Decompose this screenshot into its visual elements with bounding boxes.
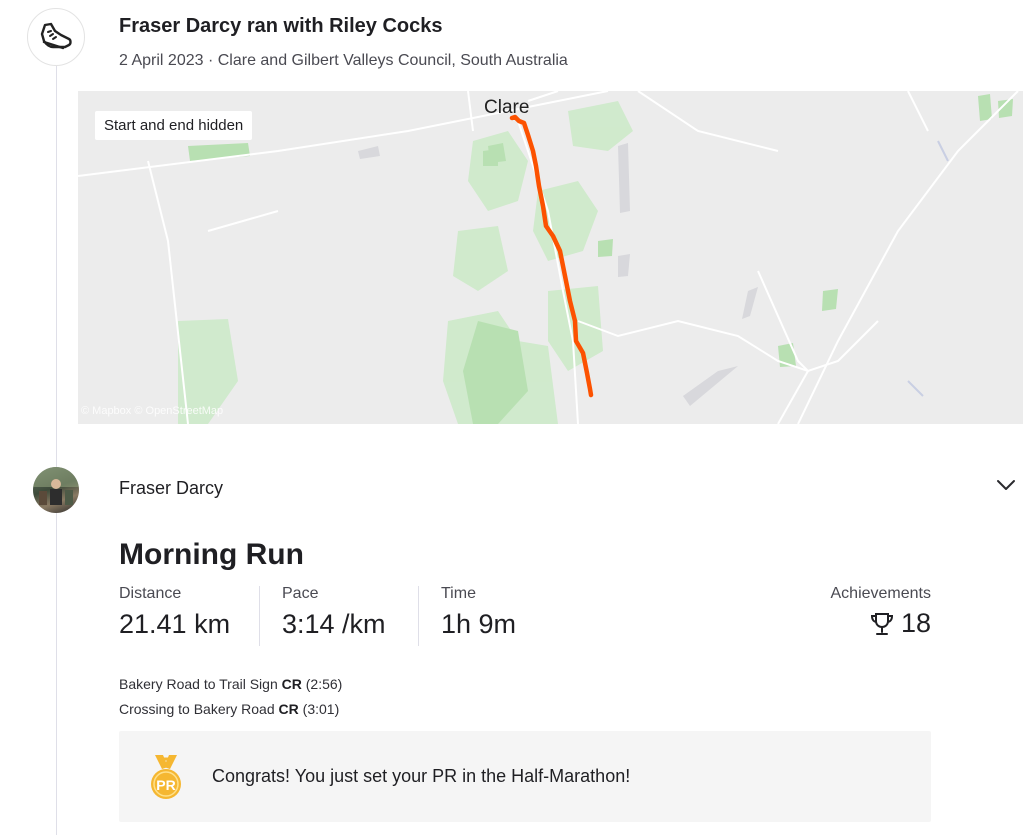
achievements-count: 18 <box>900 608 931 638</box>
pr-message: Congrats! You just set your PR in the Ha… <box>212 766 631 786</box>
stat-label: Time <box>441 585 476 602</box>
segment-name: Crossing to Bakery Road <box>119 701 275 717</box>
segment-time: (3:01) <box>302 701 340 717</box>
medal-label: PR <box>156 777 175 793</box>
avatar-photo <box>33 467 79 505</box>
chevron-down-icon[interactable] <box>995 477 1017 493</box>
map-canvas <box>78 91 1019 424</box>
segment-badge: CR <box>278 701 299 717</box>
athlete-name[interactable]: Fraser Darcy <box>119 478 223 499</box>
stat-distance: Distance 21.41 km <box>119 585 230 640</box>
achievements-label: Achievements <box>830 585 932 602</box>
avatar[interactable] <box>33 467 79 513</box>
segment-badge: CR <box>281 676 302 692</box>
stat-value: 21.41 km <box>119 609 231 639</box>
stat-divider <box>259 586 260 646</box>
stat-label: Pace <box>282 585 319 602</box>
trophy-icon <box>870 612 893 635</box>
timeline-line <box>56 66 57 835</box>
stat-pace: Pace 3:14 /km <box>282 585 386 640</box>
pr-notification: PR Congrats! You just set your PR in the… <box>119 731 931 822</box>
segment-row[interactable]: Crossing to Bakery Road CR (3:01) <box>119 701 339 717</box>
stat-label: Distance <box>119 585 182 602</box>
stat-time: Time 1h 9m <box>441 585 516 640</box>
map-attribution[interactable]: © Mapbox © OpenStreetMap <box>81 405 223 417</box>
running-shoe-icon <box>27 8 85 66</box>
segment-name: Bakery Road to Trail Sign <box>119 676 278 692</box>
stat-value: 3:14 /km <box>282 609 386 639</box>
group-title[interactable]: Fraser Darcy ran with Riley Cocks <box>119 15 442 38</box>
start-end-hidden-badge: Start and end hidden <box>95 111 253 140</box>
achievements[interactable]: Achievements 18 <box>831 585 932 639</box>
segment-row[interactable]: Bakery Road to Trail Sign CR (2:56) <box>119 676 342 692</box>
stat-value: 1h 9m <box>441 609 517 639</box>
group-meta: 2 April 2023 · Clare and Gilbert Valleys… <box>119 52 568 69</box>
segment-time: (2:56) <box>305 676 343 692</box>
route-map[interactable]: Clare Start and end hidden © Mapbox © Op… <box>78 91 1023 424</box>
medal-icon: PR <box>151 755 181 799</box>
map-town-label: Clare <box>484 97 530 118</box>
activity-title[interactable]: Morning Run <box>119 538 304 572</box>
stat-divider <box>418 586 419 646</box>
